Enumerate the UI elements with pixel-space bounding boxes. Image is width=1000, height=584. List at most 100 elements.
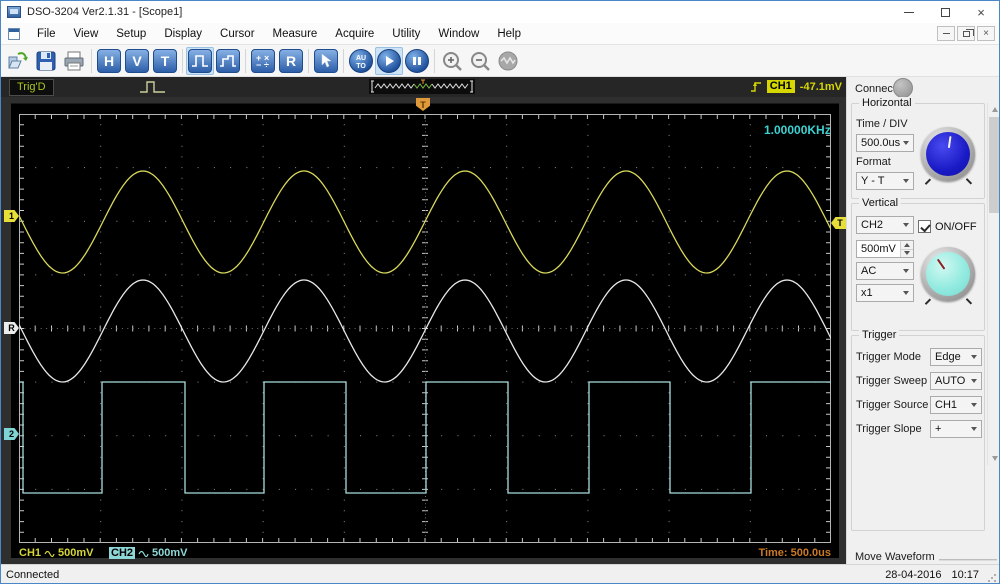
waveform-preview-bar[interactable] bbox=[369, 79, 475, 94]
save-floppy-icon bbox=[36, 51, 56, 70]
chevron-down-icon bbox=[903, 223, 909, 227]
spinner-buttons bbox=[900, 241, 913, 257]
vertical-settings-button[interactable]: V bbox=[123, 47, 151, 75]
vertical-knob-face bbox=[926, 252, 970, 296]
triangle-down-icon bbox=[992, 456, 998, 461]
zoom-in-button[interactable] bbox=[438, 47, 466, 75]
print-button[interactable] bbox=[60, 47, 88, 75]
waveform-intensity-button[interactable] bbox=[214, 47, 242, 75]
triangle-up-icon bbox=[904, 242, 910, 247]
ch2-scale-readout: CH2 500mV bbox=[109, 547, 188, 559]
trigger-source-value: CH1 bbox=[935, 399, 958, 411]
run-button[interactable] bbox=[375, 46, 403, 75]
reference-button[interactable]: R bbox=[277, 47, 305, 75]
trigger-sweep-label: Trigger Sweep bbox=[856, 375, 928, 387]
trigger-mode-label: Trigger Mode bbox=[856, 351, 922, 363]
trigger-sweep-select[interactable]: AUTO bbox=[930, 372, 982, 390]
channel-select[interactable]: CH2 bbox=[856, 216, 914, 234]
scroll-down-button[interactable] bbox=[988, 452, 999, 465]
trigger-slope-select[interactable]: + bbox=[930, 420, 982, 438]
coupling-select[interactable]: AC bbox=[856, 262, 914, 280]
timebase-knob[interactable] bbox=[921, 127, 975, 185]
menu-window[interactable]: Window bbox=[429, 23, 488, 44]
volt-div-spinner[interactable]: 500mV bbox=[856, 240, 914, 258]
scope-display-area: 1.00000KHz T 1 R 2 T CH1 500mV CH2 500mV… bbox=[1, 97, 846, 564]
menu-help[interactable]: Help bbox=[488, 23, 530, 44]
vertical-scale-knob[interactable] bbox=[921, 247, 975, 305]
probe-select[interactable]: x1 bbox=[856, 284, 914, 302]
oscilloscope-app-window: DSO-3204 Ver2.1.31 - [Scope1] × File Vie… bbox=[0, 0, 1000, 584]
channel-info-bar: CH1 500mV CH2 500mV Time: 500.0us bbox=[11, 547, 839, 561]
scroll-up-button[interactable] bbox=[988, 103, 999, 116]
scrollbar-thumb[interactable] bbox=[989, 117, 999, 213]
wave-capture-icon bbox=[498, 51, 518, 70]
move-waveform-label: Move Waveform bbox=[855, 551, 935, 563]
resize-grip[interactable] bbox=[987, 573, 997, 583]
onoff-checkbox[interactable] bbox=[918, 220, 931, 233]
timebase-readout: Time: 500.0us bbox=[758, 547, 831, 559]
ch1-scale-readout: CH1 500mV bbox=[19, 547, 94, 559]
panel-scrollbar[interactable] bbox=[987, 103, 999, 465]
zoom-out-button[interactable] bbox=[466, 47, 494, 75]
trigger-settings-button[interactable]: T bbox=[151, 47, 179, 75]
menu-utility[interactable]: Utility bbox=[383, 23, 429, 44]
pause-button[interactable] bbox=[403, 47, 431, 75]
connect-button[interactable] bbox=[893, 78, 913, 98]
edge-trigger-icon bbox=[750, 82, 761, 92]
spin-down-button[interactable] bbox=[901, 249, 913, 257]
waveform-grid[interactable] bbox=[19, 114, 831, 543]
toolbar-separator bbox=[434, 48, 435, 73]
waveform-mode-button[interactable] bbox=[186, 46, 214, 75]
menu-acquire[interactable]: Acquire bbox=[326, 23, 383, 44]
status-time: 10:17 bbox=[951, 569, 979, 581]
svg-text:÷: ÷ bbox=[264, 60, 269, 69]
time-div-select[interactable]: 500.0us bbox=[856, 134, 914, 152]
mdi-restore-button[interactable] bbox=[957, 26, 975, 41]
control-panel: Connect: Horizontal Time / DIV 500.0us F… bbox=[846, 77, 999, 564]
waveform-capture-button[interactable] bbox=[494, 47, 522, 75]
zoom-out-icon bbox=[471, 51, 490, 71]
pause-icon bbox=[413, 56, 421, 65]
chevron-down-icon bbox=[971, 355, 977, 359]
knob-pointer bbox=[923, 129, 973, 179]
cursor-arrow-icon bbox=[321, 52, 332, 67]
time-div-value: 500.0us bbox=[861, 137, 901, 149]
mdi-close-button[interactable]: × bbox=[977, 26, 995, 41]
menu-display[interactable]: Display bbox=[155, 23, 211, 44]
title-bar: DSO-3204 Ver2.1.31 - [Scope1] × bbox=[1, 1, 999, 23]
trigger-sweep-value: AUTO bbox=[935, 375, 966, 387]
triangle-down-icon bbox=[904, 251, 910, 256]
menu-cursor[interactable]: Cursor bbox=[211, 23, 264, 44]
cursor-tool-button[interactable] bbox=[312, 47, 340, 75]
toolbar-separator bbox=[343, 48, 344, 73]
r-label: R bbox=[285, 52, 297, 69]
maximize-button[interactable] bbox=[927, 1, 963, 23]
menu-file[interactable]: File bbox=[28, 23, 65, 44]
move-waveform-slider[interactable] bbox=[939, 559, 997, 561]
autoset-button[interactable]: AU TO bbox=[347, 47, 375, 75]
pulse-icon bbox=[192, 54, 208, 67]
format-select[interactable]: Y - T bbox=[856, 172, 914, 190]
horizontal-group: Horizontal Time / DIV 500.0us Format Y -… bbox=[851, 97, 985, 199]
mdi-minimize-button[interactable] bbox=[937, 26, 955, 41]
menu-view[interactable]: View bbox=[65, 23, 108, 44]
math-operators-icon: + ×− ÷ bbox=[256, 53, 269, 69]
open-button[interactable] bbox=[4, 47, 32, 75]
horizontal-settings-button[interactable]: H bbox=[95, 47, 123, 75]
menu-measure[interactable]: Measure bbox=[264, 23, 327, 44]
save-button[interactable] bbox=[32, 47, 60, 75]
status-bar: Connected 28-04-2016 10:17 bbox=[1, 564, 999, 583]
chevron-down-icon bbox=[903, 179, 909, 183]
close-button[interactable]: × bbox=[963, 1, 999, 23]
minimize-button[interactable] bbox=[891, 1, 927, 23]
triangle-up-icon bbox=[992, 107, 998, 112]
timebase-knob-face bbox=[926, 132, 970, 176]
math-button[interactable]: + × − ÷ bbox=[249, 47, 277, 75]
chevron-down-icon bbox=[971, 427, 977, 431]
spin-up-button[interactable] bbox=[901, 241, 913, 250]
ch1-scale-value: 500mV bbox=[58, 547, 94, 559]
svg-text:−: − bbox=[256, 60, 261, 69]
trigger-source-select[interactable]: CH1 bbox=[930, 396, 982, 414]
menu-setup[interactable]: Setup bbox=[107, 23, 155, 44]
trigger-mode-select[interactable]: Edge bbox=[930, 348, 982, 366]
